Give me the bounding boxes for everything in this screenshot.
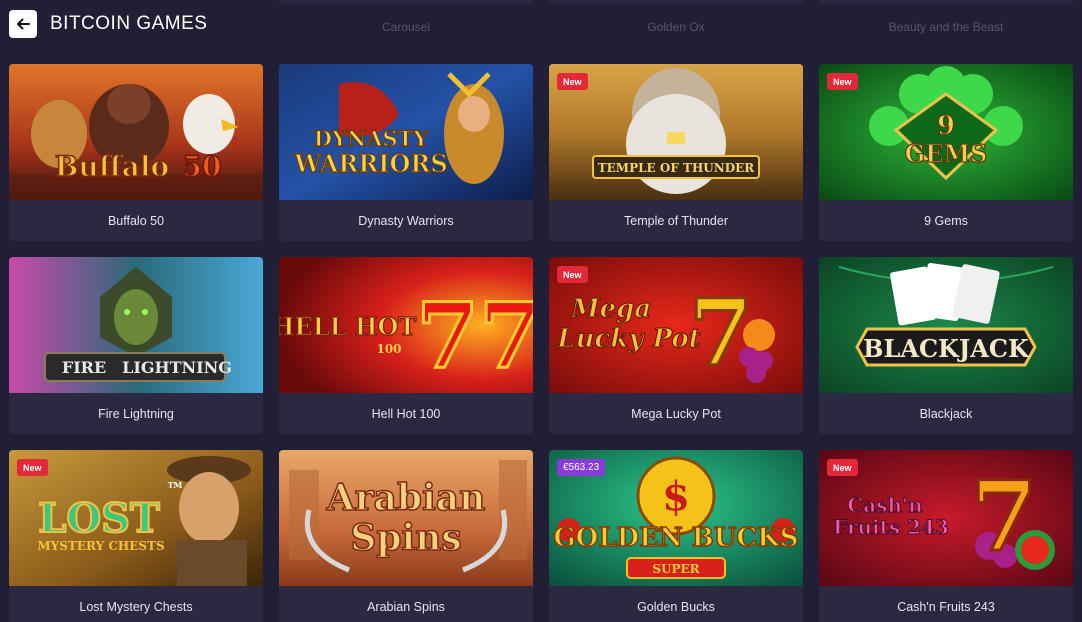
game-art-title: 50 — [183, 150, 222, 183]
game-name: Hell Hot 100 — [279, 393, 533, 434]
new-badge: New — [827, 459, 858, 476]
game-name: 9 Gems — [819, 200, 1073, 241]
game-card[interactable]: LOST MYSTERY CHESTS TM New Lost Mystery … — [9, 450, 263, 622]
game-name: Lost Mystery Chests — [9, 586, 263, 622]
game-art-title: Mega — [570, 294, 651, 324]
back-button[interactable] — [9, 10, 37, 38]
game-art-title: Lucky Pot — [556, 324, 700, 354]
game-card[interactable]: $ GOLDEN BUCKS SUPER €563.23 Golden Buck… — [549, 450, 803, 622]
trademark-mark: TM — [168, 480, 183, 490]
game-art-title: Spins — [350, 517, 461, 559]
game-card[interactable]: Cash'n Fruits 243 7 New Cash'n Fruits 24… — [819, 450, 1073, 622]
game-art-title: 77 — [416, 283, 533, 389]
game-name: Temple of Thunder — [549, 200, 803, 241]
game-thumbnail: BLACKJACK — [819, 257, 1073, 393]
game-art-title: Buffalo — [55, 150, 169, 183]
game-thumbnail: Arabian Spins — [279, 450, 533, 586]
game-art-title: MYSTERY CHESTS — [37, 539, 164, 553]
game-thumbnail: HELL HOT 100 77 — [279, 257, 533, 393]
game-art-title: SUPER — [652, 562, 700, 576]
game-art-title: GOLDEN BUCKS — [553, 523, 798, 553]
game-card[interactable]: Buffalo 50 Buffalo 50 — [9, 64, 263, 241]
game-thumbnail: DYNASTY WARRIORS — [279, 64, 533, 200]
game-name: Golden Bucks — [549, 586, 803, 622]
arrow-left-icon — [17, 18, 30, 30]
game-art-title: 100 — [376, 342, 401, 356]
carousel-label: Golden Ox — [647, 20, 705, 34]
game-card[interactable]: TEMPLE OF THUNDER New Temple of Thunder — [549, 64, 803, 241]
game-name: Arabian Spins — [279, 586, 533, 622]
game-name: Mega Lucky Pot — [549, 393, 803, 434]
game-art-title: Cash'n — [847, 493, 923, 517]
game-grid: Buffalo 50 Buffalo 50 DYNASTY WARRIORS D… — [9, 64, 1073, 622]
game-art-title: 7 — [971, 460, 1038, 573]
game-name: Cash'n Fruits 243 — [819, 586, 1073, 622]
game-card[interactable]: FIRE LIGHTNING Fire Lightning — [9, 257, 263, 434]
game-art-title: $ — [662, 473, 690, 520]
game-art-title: 7 — [689, 279, 753, 387]
game-name: Fire Lightning — [9, 393, 263, 434]
new-badge: New — [557, 266, 588, 283]
game-art-title: Arabian — [326, 477, 486, 519]
carousel-label: Beauty and the Beast — [888, 20, 1004, 34]
game-card[interactable]: BLACKJACK Blackjack — [819, 257, 1073, 434]
game-art-title: LOST — [38, 495, 160, 542]
game-card[interactable]: HELL HOT 100 77 Hell Hot 100 — [279, 257, 533, 434]
page-header: BITCOIN GAMES — [0, 0, 400, 50]
game-card[interactable]: DYNASTY WARRIORS Dynasty Warriors — [279, 64, 533, 241]
game-card[interactable]: 9 GEMS New 9 Gems — [819, 64, 1073, 241]
game-art-title: DYNASTY — [314, 126, 429, 151]
new-badge: New — [827, 73, 858, 90]
game-thumbnail: FIRE LIGHTNING — [9, 257, 263, 393]
game-art-title: FIRE — [62, 358, 106, 377]
game-card[interactable]: Arabian Spins Arabian Spins — [279, 450, 533, 622]
game-name: Dynasty Warriors — [279, 200, 533, 241]
new-badge: New — [557, 73, 588, 90]
game-art-title: LIGHTNING — [122, 358, 232, 377]
game-art-title: WARRIORS — [293, 149, 447, 178]
game-name: Buffalo 50 — [9, 200, 263, 241]
game-thumbnail: Buffalo 50 — [9, 64, 263, 200]
page-title: BITCOIN GAMES — [50, 13, 208, 34]
game-card[interactable]: Mega Lucky Pot 7 New Mega Lucky Pot — [549, 257, 803, 434]
game-art-title: HELL HOT — [279, 312, 416, 341]
new-badge: New — [17, 459, 48, 476]
game-art-title: 9 — [937, 111, 955, 141]
jackpot-badge: €563.23 — [557, 459, 606, 476]
game-art-title: Fruits 243 — [833, 515, 949, 539]
game-name: Blackjack — [819, 393, 1073, 434]
game-art-title: TEMPLE OF THUNDER — [598, 161, 756, 175]
game-art-title: BLACKJACK — [863, 334, 1030, 363]
game-art-title: GEMS — [905, 139, 988, 168]
